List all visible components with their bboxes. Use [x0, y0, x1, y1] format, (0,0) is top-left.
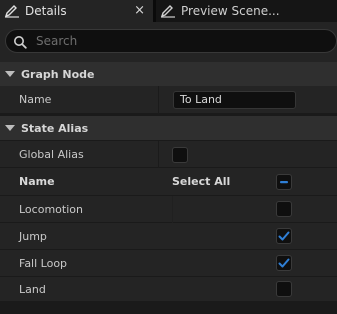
state-label: Fall Loop: [19, 257, 68, 270]
row-name: Name To Land: [0, 86, 337, 114]
state-label: Land: [19, 283, 46, 296]
column-divider: [172, 196, 173, 223]
search-area: [0, 22, 337, 62]
global-alias-label: Global Alias: [19, 148, 84, 161]
state-label: Jump: [19, 230, 47, 243]
category-graph-node-title: Graph Node: [21, 67, 95, 81]
tab-bar: Details × Preview Scene...: [0, 0, 337, 22]
name-label: Name: [19, 93, 52, 106]
select-all-label: Select All: [172, 175, 231, 188]
search-input[interactable]: [34, 33, 298, 49]
collapse-arrow-icon: [5, 71, 15, 77]
tab-details[interactable]: Details ×: [0, 0, 153, 22]
row-state-locomotion: Locomotion: [0, 196, 337, 223]
checkmark-icon: [278, 258, 290, 268]
tab-details-label: Details: [25, 4, 67, 18]
state-label: Locomotion: [19, 203, 83, 216]
search-box[interactable]: [5, 29, 337, 53]
checkmark-icon: [278, 231, 290, 241]
category-graph-node[interactable]: Graph Node: [0, 62, 337, 86]
row-alias-header: Name Select All: [0, 168, 337, 196]
tab-preview-scene-label: Preview Scene...: [181, 4, 280, 18]
global-alias-checkbox[interactable]: [172, 147, 188, 163]
state-checkbox-fall-loop[interactable]: [276, 255, 292, 271]
column-divider: [158, 141, 159, 168]
name-field[interactable]: To Land: [173, 91, 296, 109]
pencil-icon: [4, 4, 20, 18]
category-state-alias-title: State Alias: [21, 121, 89, 135]
details-panel: Details × Preview Scene... Search Graph …: [0, 0, 337, 314]
column-divider: [158, 86, 159, 114]
search-icon: [13, 34, 27, 49]
state-checkbox-jump[interactable]: [276, 228, 292, 244]
state-checkbox-locomotion[interactable]: [276, 201, 292, 217]
header-name-label: Name: [19, 175, 55, 188]
collapse-arrow-icon: [5, 125, 15, 131]
row-state-land: Land: [0, 277, 337, 302]
category-state-alias[interactable]: State Alias: [0, 116, 337, 140]
pencil-icon: [160, 4, 176, 18]
row-state-fall-loop: Fall Loop: [0, 250, 337, 277]
indeterminate-icon: [280, 181, 288, 184]
row-state-jump: Jump: [0, 223, 337, 250]
select-all-checkbox[interactable]: [276, 174, 292, 190]
panel-bottom: [0, 302, 337, 314]
state-checkbox-land[interactable]: [276, 281, 292, 297]
tab-preview-scene[interactable]: Preview Scene...: [156, 0, 337, 22]
row-global-alias: Global Alias: [0, 141, 337, 168]
close-tab-icon[interactable]: ×: [134, 3, 145, 19]
